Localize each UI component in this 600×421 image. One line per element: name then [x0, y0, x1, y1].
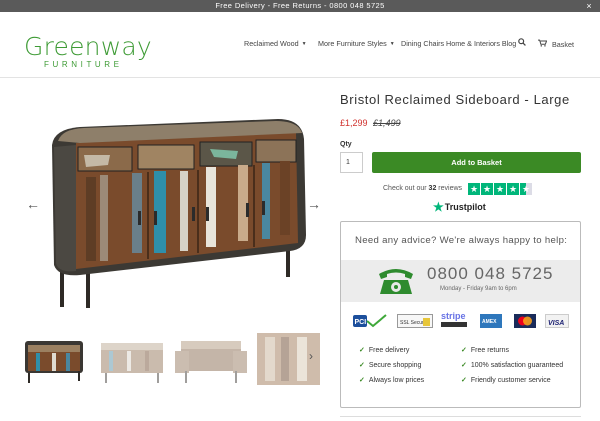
chevron-down-icon: ▼: [389, 41, 395, 47]
amex-label: AMEX: [482, 319, 497, 325]
star-icon: ★: [494, 183, 506, 195]
price: £1,299 £1,499: [340, 118, 401, 128]
checkmark-icon: ✓: [359, 347, 365, 354]
feature-item: ✓ Secure shopping: [359, 361, 421, 369]
phone-number[interactable]: 0800 048 5725: [427, 264, 553, 284]
feature-label: Friendly customer service: [470, 377, 551, 384]
checkmark-icon: ✓: [461, 362, 467, 369]
feature-item: ✓ Free returns: [461, 346, 509, 354]
reviews-count: 32: [428, 185, 437, 192]
site-header: Greenway FURNITURE Reclaimed Wood ▼ More …: [0, 12, 600, 78]
logo[interactable]: Greenway FURNITURE: [24, 34, 152, 70]
nav-item-reclaimed-wood[interactable]: Reclaimed Wood ▼: [244, 39, 307, 48]
stripe-label: stripe: [441, 311, 466, 321]
feature-item: ✓ Free delivery: [359, 346, 409, 354]
feature-item: ✓ 100% satisfaction guaranteed: [461, 361, 563, 369]
thumbnail-1[interactable]: [22, 333, 86, 385]
nav-item-more-furniture-styles[interactable]: More Furniture Styles ▼: [318, 39, 395, 48]
telephone-icon: [379, 269, 413, 294]
visa-icon: VISA: [545, 314, 569, 328]
rating-stars[interactable]: ★ ★ ★ ★ ★: [468, 183, 533, 195]
chevron-down-icon: ▼: [301, 41, 307, 47]
product-title: Bristol Reclaimed Sideboard - Large: [340, 92, 570, 107]
feature-label: Secure shopping: [368, 362, 422, 369]
star-half-icon: ★: [520, 183, 532, 195]
reviews-suffix: reviews: [438, 185, 463, 192]
close-icon[interactable]: ×: [586, 0, 592, 12]
stripe-icon: stripe: [441, 310, 467, 327]
feature-label: Free returns: [470, 347, 509, 354]
star-icon: ★: [481, 183, 493, 195]
mastercard-icon: [514, 314, 536, 328]
trustpilot-logo[interactable]: ★Trustpilot: [433, 200, 486, 214]
reviews-text[interactable]: Check out our 32 reviews: [383, 185, 462, 192]
feature-label: Free delivery: [368, 347, 410, 354]
feature-label: 100% satisfaction guaranteed: [470, 362, 564, 369]
feature-item: ✓ Always low prices: [359, 376, 424, 384]
star-icon: ★: [507, 183, 519, 195]
thumbnail-3[interactable]: [175, 333, 247, 385]
checkmark-icon: ✓: [359, 377, 365, 384]
original-price: £1,499: [373, 118, 401, 128]
quantity-input[interactable]: 1: [340, 152, 363, 173]
phone-band: 0800 048 5725 Monday - Friday 9am to 6pm: [341, 260, 580, 302]
thumbnail-next-arrow[interactable]: ›: [309, 349, 313, 363]
nav-label: Reclaimed Wood: [244, 39, 299, 48]
add-to-basket-button[interactable]: Add to Basket: [372, 152, 581, 173]
amex-icon: AMEX: [480, 314, 502, 328]
reviews-prefix: Check out our: [383, 185, 427, 192]
thumbnail-2[interactable]: [99, 333, 165, 385]
pci-dss-icon: PCI DSS: [353, 314, 387, 328]
divider: [340, 416, 581, 417]
advice-box: Need any advice? We're always happy to h…: [340, 221, 581, 408]
basket-label: Basket: [552, 40, 574, 49]
product-main-image[interactable]: [40, 115, 310, 315]
nav-item-blog[interactable]: Home & Interiors Blog: [446, 39, 516, 48]
logo-wordmark: Greenway: [24, 32, 152, 61]
announcement-bar: Free Delivery - Free Returns - 0800 048 …: [0, 0, 600, 12]
trustpilot-label: Trustpilot: [444, 202, 486, 212]
checkmark-icon: ✓: [359, 362, 365, 369]
feature-item: ✓ Friendly customer service: [461, 376, 551, 384]
qty-label: Qty: [340, 141, 352, 148]
star-icon: ★: [468, 183, 480, 195]
advice-title: Need any advice? We're always happy to h…: [355, 235, 568, 246]
feature-label: Always low prices: [368, 377, 425, 384]
prev-image-arrow[interactable]: ←: [26, 196, 40, 212]
visa-label: VISA: [548, 320, 564, 327]
announcement-text: Free Delivery - Free Returns - 0800 048 …: [215, 1, 385, 10]
nav-label: More Furniture Styles: [318, 39, 387, 48]
opening-hours: Monday - Friday 9am to 6pm: [440, 286, 517, 292]
basket-link[interactable]: Basket: [538, 39, 574, 49]
current-price: £1,299: [340, 118, 368, 128]
nav-item-dining-chairs[interactable]: Dining Chairs: [401, 39, 444, 48]
ssl-label: SSL Secure: [400, 320, 427, 326]
checkmark-icon: ✓: [461, 347, 467, 354]
trustpilot-star-icon: ★: [433, 200, 444, 214]
logo-subtitle: FURNITURE: [44, 60, 123, 69]
basket-icon: [538, 39, 548, 49]
search-icon[interactable]: [518, 38, 526, 48]
checkmark-icon: ✓: [461, 377, 467, 384]
ssl-secure-icon: SSL Secure: [397, 314, 433, 328]
